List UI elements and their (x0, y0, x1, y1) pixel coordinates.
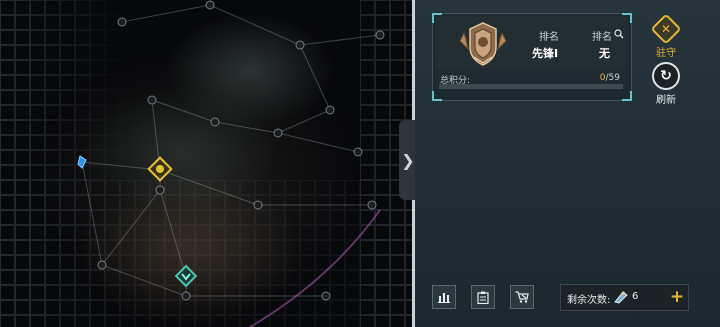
garrison-label: 驻守 (656, 48, 676, 59)
garrison-icon: ✕ (650, 13, 682, 45)
rank-info: 排名 先锋I 排名 无 (436, 17, 626, 69)
rank-card: 排名 先锋I 排名 无 总积分: 0/59 (432, 13, 632, 101)
score-value: 0/59 (600, 73, 620, 83)
refresh-label: 刷新 (656, 95, 676, 106)
galaxy-map[interactable] (0, 0, 412, 327)
search-icon[interactable] (614, 29, 624, 39)
map-grid (0, 0, 412, 327)
plus-icon[interactable]: + (668, 287, 686, 307)
stats-icon (438, 293, 450, 303)
remaining-attempts: 剩余次数: 6 + (560, 284, 689, 311)
map-layer (0, 0, 412, 327)
rank-value: 先锋I (532, 47, 559, 60)
frame-corner (622, 91, 632, 101)
frame-corner (432, 91, 442, 101)
refresh-icon: ↻ (652, 62, 680, 90)
stats-button[interactable] (432, 285, 456, 309)
side-panel: 排名 先锋I 排名 无 总积分: 0/59 ✕ 驻守 ↻ 刷新 剩余次数: 6 … (415, 0, 720, 327)
remaining-count: 6 (632, 291, 639, 302)
score-max: /59 (605, 73, 620, 83)
bolt-icon (614, 291, 628, 304)
clipboard-icon (477, 291, 489, 304)
position-label: 排名 (592, 32, 612, 43)
cart-icon (515, 291, 529, 303)
position-value: 无 (599, 47, 610, 60)
refresh-button[interactable]: ↻ 刷新 (644, 62, 688, 106)
log-button[interactable] (471, 285, 495, 309)
score-progress-bar (439, 84, 623, 89)
rank-label: 排名 (539, 32, 559, 43)
garrison-button[interactable]: ✕ 驻守 (644, 13, 688, 59)
shop-button[interactable] (510, 285, 534, 309)
remaining-label: 剩余次数: (567, 295, 611, 306)
rank-badge-icon (459, 22, 507, 66)
